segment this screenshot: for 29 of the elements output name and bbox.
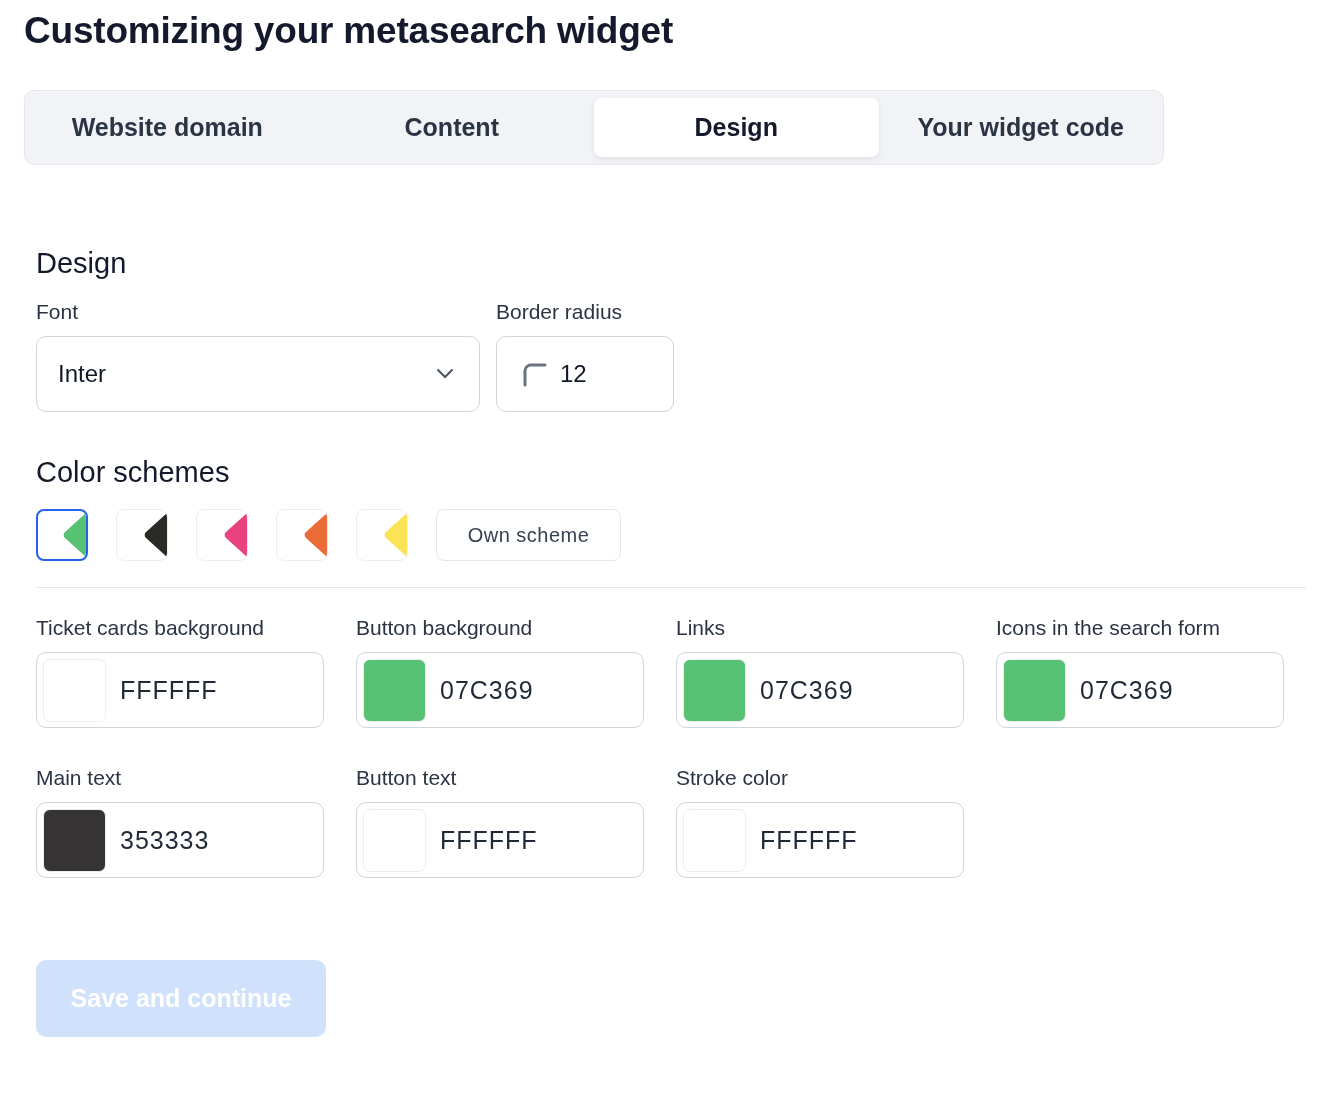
field-label: Icons in the search form — [996, 616, 1222, 640]
color-field[interactable]: FFFFFF — [36, 652, 324, 728]
color-field[interactable]: 353333 — [36, 802, 324, 878]
tab[interactable]: Your widget code — [878, 98, 1163, 157]
color-field[interactable]: 07C369 — [356, 652, 644, 728]
font-dropdown[interactable]: Inter — [36, 336, 480, 412]
chevron-down-icon — [435, 368, 455, 380]
page-title: Customizing your metasearch widget — [24, 10, 675, 52]
field-label: Border radius — [496, 300, 624, 324]
field-label: Main text — [36, 766, 123, 790]
corner-icon — [522, 361, 548, 387]
section-heading: Color schemes — [36, 456, 231, 489]
color-field[interactable]: 07C369 — [996, 652, 1284, 728]
color-scheme-swatch[interactable] — [36, 509, 88, 561]
field-label: Stroke color — [676, 766, 790, 790]
section-heading: Design — [36, 247, 128, 280]
color-field[interactable]: FFFFFF — [676, 802, 964, 878]
field-label: Ticket cards background — [36, 616, 265, 640]
tab[interactable]: Content — [309, 98, 594, 157]
color-field[interactable]: FFFFFF — [356, 802, 644, 878]
tab[interactable]: Design — [594, 98, 879, 157]
field-label: Button background — [356, 616, 534, 640]
field-label: Font — [36, 300, 80, 324]
border-radius-field[interactable]: 12 — [496, 336, 674, 412]
own-scheme-button[interactable]: Own scheme — [436, 509, 621, 561]
field-label: Button text — [356, 766, 458, 790]
field-label: Links — [676, 616, 727, 640]
color-field[interactable]: 07C369 — [676, 652, 964, 728]
tab[interactable]: Website domain — [25, 98, 310, 157]
